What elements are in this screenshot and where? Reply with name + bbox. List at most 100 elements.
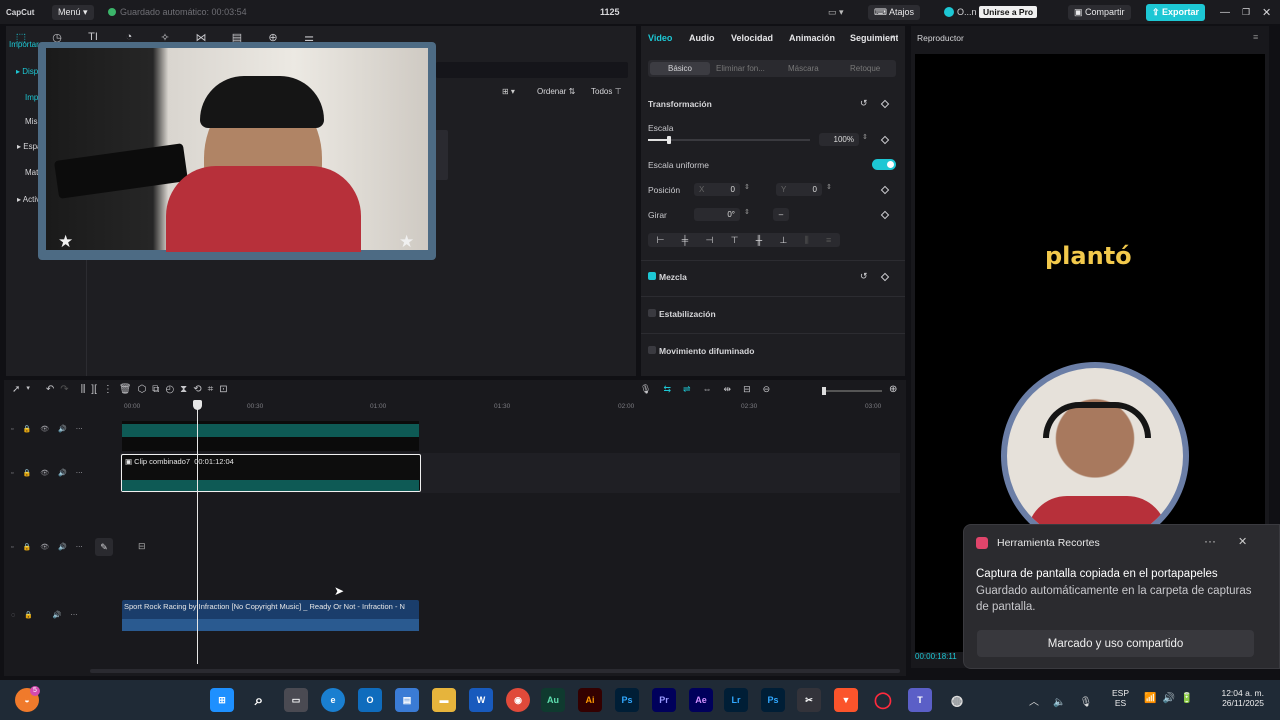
snap-icon[interactable]: ⇹ [724, 384, 732, 395]
freeze-icon[interactable]: ⊡ [219, 384, 227, 395]
file-explorer-icon[interactable]: ▬ [432, 688, 456, 712]
audio-clip[interactable]: Sport Rock Racing by Infraction [No Copy… [122, 600, 419, 631]
preview-axis-icon[interactable]: ⇔ [703, 384, 712, 395]
webcam-preview-frame[interactable]: ★ ★ [38, 42, 436, 260]
link-icon[interactable]: ⇆ [663, 384, 671, 395]
combined-clip[interactable]: ▣ Clip combinado7 00:01:12:04 [121, 454, 421, 492]
motion-blur-section[interactable]: Movimiento difuminado [648, 346, 754, 356]
clock[interactable]: 12:04 a. m. 26/11/2025 [1208, 688, 1264, 708]
opera-icon[interactable]: ◯ [871, 688, 895, 712]
zoom-slider[interactable] [822, 387, 882, 395]
start-icon[interactable]: ⊞ [210, 688, 234, 712]
rotate-icon[interactable]: ⟲ [193, 384, 201, 395]
shortcuts-button[interactable]: ⌨ Atajos [868, 4, 921, 20]
subtab-remove-bg[interactable]: Eliminar fon... [716, 64, 765, 73]
microphone-icon[interactable]: 🎙 [640, 384, 651, 395]
stabilize-section[interactable]: Estabilización [648, 309, 716, 319]
magnet-icon[interactable]: ⇌ [683, 384, 691, 395]
search-icon[interactable]: ⌕ [247, 688, 271, 712]
tab-animation[interactable]: Animación [789, 33, 835, 43]
track-1-controls[interactable]: ▫🔒👁🔊⋯ [11, 425, 92, 433]
more-tabs-icon[interactable]: » [891, 32, 895, 41]
mirror-icon[interactable]: ⧗ [180, 384, 187, 395]
network-volume-battery-icons[interactable]: 📶🔊🔋 [1144, 693, 1199, 704]
split-left-icon[interactable]: ][ [91, 384, 97, 395]
track-3-controls[interactable]: ▫🔒👁🔊⋯ [11, 543, 92, 551]
maximize-icon[interactable]: ❐ [1242, 0, 1250, 24]
subtab-mask[interactable]: Máscara [788, 64, 819, 73]
chrome-icon[interactable]: ◉ [506, 688, 530, 712]
more-options-icon[interactable]: ··· [1204, 534, 1216, 548]
rotate-input[interactable]: 0° [694, 208, 740, 221]
task-view-icon[interactable]: ▭ [284, 688, 308, 712]
chevron-down-icon[interactable]: ▾ [26, 384, 30, 395]
minimize-icon[interactable]: — [1220, 0, 1230, 24]
stepper-icon[interactable]: ⇕ [862, 133, 868, 141]
cover-icon[interactable]: ⊟ [138, 541, 146, 552]
media-thumbnail[interactable] [434, 130, 448, 180]
export-button[interactable]: ⇪ Exportar [1146, 3, 1206, 21]
delete-icon[interactable]: 🗑 [119, 384, 132, 395]
blend-section[interactable]: Mezcla [648, 272, 687, 282]
illustrator-icon[interactable]: Ai [578, 688, 602, 712]
tab-import-label[interactable]: Importar [9, 40, 39, 49]
capcut-icon[interactable]: ✂ [797, 688, 821, 712]
zoom-handle[interactable] [822, 387, 826, 395]
notification-toast[interactable]: Herramienta Recortes ··· ✕ Captura de pa… [963, 524, 1280, 669]
split-right-icon[interactable]: ⋮ [103, 384, 113, 395]
zoom-out-icon[interactable]: ⊖ [763, 384, 771, 395]
filter-all-button[interactable]: Todos ⊤ [591, 87, 622, 96]
align-right-icon[interactable]: ⊣ [705, 235, 713, 246]
keyframe-icon[interactable] [880, 272, 890, 282]
track-2-controls[interactable]: ▫🔒👁🔊⋯ [11, 469, 92, 477]
scale-value-input[interactable]: 100% [819, 133, 859, 146]
after-effects-icon[interactable]: Ae [689, 688, 713, 712]
align-top-icon[interactable]: ⊤ [731, 235, 739, 246]
tab-audio[interactable]: Audio [689, 33, 715, 43]
checkbox-icon[interactable] [648, 346, 656, 354]
view-toggle[interactable]: ⊞ ▾ [502, 87, 515, 96]
player-menu-icon[interactable]: ≡ [1253, 32, 1258, 42]
align-middle-icon[interactable]: ╫ [756, 235, 762, 245]
scale-slider[interactable] [648, 136, 810, 144]
checkbox-icon[interactable] [648, 309, 656, 317]
subtab-basic[interactable]: Básico [650, 62, 710, 75]
keyframe-icon[interactable] [880, 210, 890, 220]
lightroom-icon[interactable]: Lr [724, 688, 748, 712]
align-center-icon[interactable]: ╪ [682, 235, 688, 245]
overlay-clip[interactable] [122, 421, 419, 451]
tab-video[interactable]: Video [648, 33, 672, 43]
select-tool-icon[interactable]: ➚ [12, 384, 20, 395]
tab-speed[interactable]: Velocidad [731, 33, 773, 43]
tray-icons[interactable]: ︿🔈🎙 [1029, 693, 1106, 708]
language-indicator[interactable]: ESP ES [1112, 688, 1129, 708]
stepper-icon[interactable]: ⇕ [826, 183, 832, 191]
crop-icon[interactable]: ⌗ [208, 384, 214, 395]
scale-slider-handle[interactable] [667, 136, 672, 144]
sidebar-item-mine[interactable]: Mis [25, 117, 37, 126]
position-y-input[interactable]: Y0 [776, 183, 822, 196]
brave-icon[interactable]: ▼ [834, 688, 858, 712]
sidebar-item-material[interactable]: Mat [25, 168, 38, 177]
zoom-in-icon[interactable]: ⊕ [889, 384, 897, 395]
edge-icon[interactable]: e [321, 688, 345, 712]
timeline-scrollbar[interactable] [90, 669, 900, 673]
audition-icon[interactable]: Au [541, 688, 565, 712]
duplicate-icon[interactable]: ⧉ [152, 384, 159, 395]
outlook-icon[interactable]: O [358, 688, 382, 712]
obs-icon[interactable]: ◍ [945, 688, 969, 712]
speed-icon[interactable]: ◴ [165, 384, 174, 395]
playhead[interactable] [197, 400, 198, 664]
layout-icon[interactable]: ▭ ▾ [828, 0, 844, 24]
reset-icon[interactable]: ↺ [860, 271, 868, 282]
sort-button[interactable]: Ordenar ⇅ [537, 87, 575, 96]
photoshop-icon[interactable]: Ps [615, 688, 639, 712]
toast-action-button[interactable]: Marcado y uso compartido [977, 630, 1254, 657]
marker-icon[interactable]: ⬡ [138, 384, 147, 395]
keyframe-icon[interactable] [880, 99, 890, 109]
close-icon[interactable]: ✕ [1262, 0, 1271, 24]
menu-button[interactable]: Menú ▾ [52, 4, 94, 20]
edit-cover-icon[interactable]: ✎ [95, 538, 113, 556]
reset-icon[interactable]: ↺ [860, 98, 868, 109]
stepper-icon[interactable]: ⇕ [744, 183, 750, 191]
